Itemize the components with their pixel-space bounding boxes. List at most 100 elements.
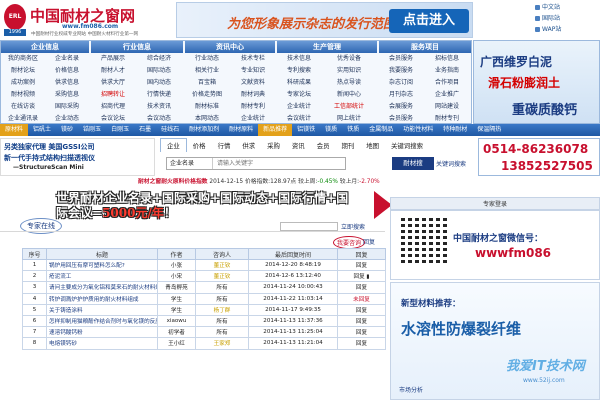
nav-link[interactable]: 招标信息: [425, 53, 469, 65]
nav-link[interactable]: 技术信息: [277, 53, 321, 65]
search-tab[interactable]: 企业: [160, 138, 187, 152]
question-title-link[interactable]: 电熔镁钙砂: [46, 337, 158, 350]
nav-link[interactable]: 产品展示: [91, 53, 135, 65]
search-tab[interactable]: 地图: [360, 139, 385, 152]
nav-link[interactable]: 综合经济: [137, 53, 181, 65]
expert-search-button[interactable]: 立即搜索: [341, 222, 365, 231]
reply-status[interactable]: 未回复: [337, 292, 386, 305]
reply-status[interactable]: 回复: [337, 314, 386, 328]
question-title-link[interactable]: 速溶钙酸钙粉: [46, 326, 158, 339]
category-link[interactable]: 特种耐材: [438, 124, 472, 136]
reply-status[interactable]: 回复: [337, 281, 386, 294]
nav-link[interactable]: 供求大厅: [91, 77, 135, 89]
nav-link[interactable]: 价格信息: [45, 65, 89, 77]
category-link[interactable]: 铁质: [342, 124, 364, 136]
nav-link[interactable]: 优秀设备: [327, 53, 371, 65]
nav-link[interactable]: 招聘转让: [91, 89, 135, 101]
nav-link[interactable]: 技术资讯: [137, 101, 181, 113]
category-link[interactable]: 原材料: [0, 124, 29, 136]
category-link[interactable]: 铝镁铁: [292, 124, 320, 136]
search-tab[interactable]: 采购: [261, 139, 286, 152]
market-analysis-link[interactable]: 市场分析: [399, 385, 423, 394]
category-link[interactable]: 镁砂: [56, 124, 78, 136]
site-logo[interactable]: ERL 1996 中国耐材之窗网 www.fm086.com 中国耐材行业权威专…: [0, 0, 175, 40]
nav-link[interactable]: 耐材论坛: [1, 65, 45, 77]
link-wap-site[interactable]: WAP站: [534, 24, 598, 35]
right-side-ad[interactable]: 广西维罗白泥 滑石粉膨润土 重碳质酸钙: [473, 40, 600, 124]
reply-status[interactable]: 回复: [337, 337, 386, 350]
link-international-site[interactable]: 国际站: [534, 13, 598, 24]
search-tab[interactable]: 关键词搜索: [385, 139, 429, 152]
nav-link[interactable]: 我的商务区: [1, 53, 45, 65]
question-title-link[interactable]: 疮泥流工: [46, 270, 158, 283]
nav-link[interactable]: 专业知识: [231, 65, 275, 77]
nav-link[interactable]: 国内动态: [137, 77, 181, 89]
nav-link[interactable]: 相关行业: [185, 65, 229, 77]
nav-link[interactable]: 国际采购: [45, 101, 89, 113]
nav-link[interactable]: 实用知识: [327, 65, 371, 77]
nav-head-industry[interactable]: 行业信息: [91, 41, 183, 53]
nav-link[interactable]: 行情快递: [137, 89, 181, 101]
nav-head-services[interactable]: 服务项目: [379, 41, 471, 53]
search-tab[interactable]: 价格: [187, 139, 212, 152]
category-link[interactable]: 新品推荐: [258, 124, 293, 136]
question-title-link[interactable]: 请问主要成分为氧化铝和莫来石的耐火材料烧制成...: [46, 281, 158, 294]
search-tab[interactable]: 会员: [311, 139, 336, 152]
category-link[interactable]: 金属制品: [364, 124, 398, 136]
reply-status[interactable]: 回复 ▮: [337, 270, 386, 283]
category-link[interactable]: 保温隔热: [472, 124, 506, 136]
nav-link[interactable]: 会展服务: [379, 101, 423, 113]
nav-link[interactable]: 新闻中心: [327, 89, 371, 101]
category-link[interactable]: 耐材添加剂: [184, 124, 224, 136]
reply-status[interactable]: 回复: [337, 303, 386, 316]
category-link[interactable]: 锆刚玉: [78, 124, 106, 136]
search-tab[interactable]: 期刊: [335, 139, 360, 152]
question-title-link[interactable]: 怎样抑制用猫粮酚作结合剂时与氧化镁的反应: [46, 314, 158, 328]
nav-head-news[interactable]: 资讯中心: [185, 41, 275, 53]
link-chinese-site[interactable]: 中文站: [534, 2, 598, 13]
nav-link[interactable]: 技术专栏: [231, 53, 275, 65]
nav-link[interactable]: 价格走势图: [185, 89, 229, 101]
nav-link[interactable]: 采购信息: [45, 89, 89, 101]
expert-search-input[interactable]: [280, 222, 338, 231]
keyword-search-link[interactable]: 关键词搜索: [436, 159, 466, 168]
nav-link[interactable]: 耐材标准: [185, 101, 229, 113]
nav-link[interactable]: 行业动态: [185, 53, 229, 65]
search-button[interactable]: 耐材搜: [392, 157, 434, 170]
search-category-select[interactable]: 企业名录: [167, 158, 213, 169]
nav-link[interactable]: 我要服务: [379, 65, 423, 77]
nav-link[interactable]: 成功案例: [1, 77, 45, 89]
nav-link[interactable]: 耐材视频: [1, 89, 45, 101]
nav-link[interactable]: 百宝箱: [185, 77, 229, 89]
search-input[interactable]: [217, 158, 345, 169]
question-title-link[interactable]: 转炉调溅炉护炉质用的耐火材料组成: [46, 292, 158, 305]
category-link[interactable]: 石墨: [134, 124, 156, 136]
nav-link[interactable]: 供求信息: [45, 77, 89, 89]
category-link[interactable]: 铝矾土: [28, 124, 56, 136]
nav-link[interactable]: 耐材人才: [91, 65, 135, 77]
nav-link[interactable]: 企业统计: [277, 101, 321, 113]
nav-link[interactable]: 企业推广: [425, 89, 469, 101]
reply-link[interactable]: 回复: [363, 237, 375, 246]
category-link[interactable]: 白刚玉: [106, 124, 134, 136]
nav-link[interactable]: 热点导读: [327, 77, 371, 89]
nav-link[interactable]: 业务指南: [425, 65, 469, 77]
membership-promo-banner[interactable]: 世界耐材企业名录+国际采购+国际动态+国际行情+国 际会议=5000元/年！: [56, 189, 392, 220]
category-link[interactable]: 镁质: [320, 124, 342, 136]
reply-status[interactable]: 回复: [337, 326, 386, 339]
nav-link[interactable]: 网站建设: [425, 101, 469, 113]
nav-link[interactable]: 在线访谈: [1, 101, 45, 113]
banner-enter-button[interactable]: 点击进入: [389, 9, 469, 33]
index-name[interactable]: 耐材之窗耐火原料价格指数: [138, 179, 208, 185]
nav-link[interactable]: 合作项目: [425, 77, 469, 89]
nav-link[interactable]: 月刊杂志: [379, 89, 423, 101]
search-tab[interactable]: 行情: [212, 139, 237, 152]
nav-link[interactable]: 杂志订阅: [379, 77, 423, 89]
nav-link[interactable]: 专家论坛: [277, 89, 321, 101]
nav-link[interactable]: 耐材词典: [231, 89, 275, 101]
question-title-link[interactable]: 关于铸造涂料: [46, 303, 158, 316]
nav-link[interactable]: 专利搜索: [277, 65, 321, 77]
nav-link[interactable]: 会员服务: [379, 53, 423, 65]
gss-ad[interactable]: 另类独家代理 美国GSSI公司 新一代手持式结构扫描透视仪 —Structure…: [0, 138, 155, 176]
search-tab[interactable]: 资讯: [286, 139, 311, 152]
